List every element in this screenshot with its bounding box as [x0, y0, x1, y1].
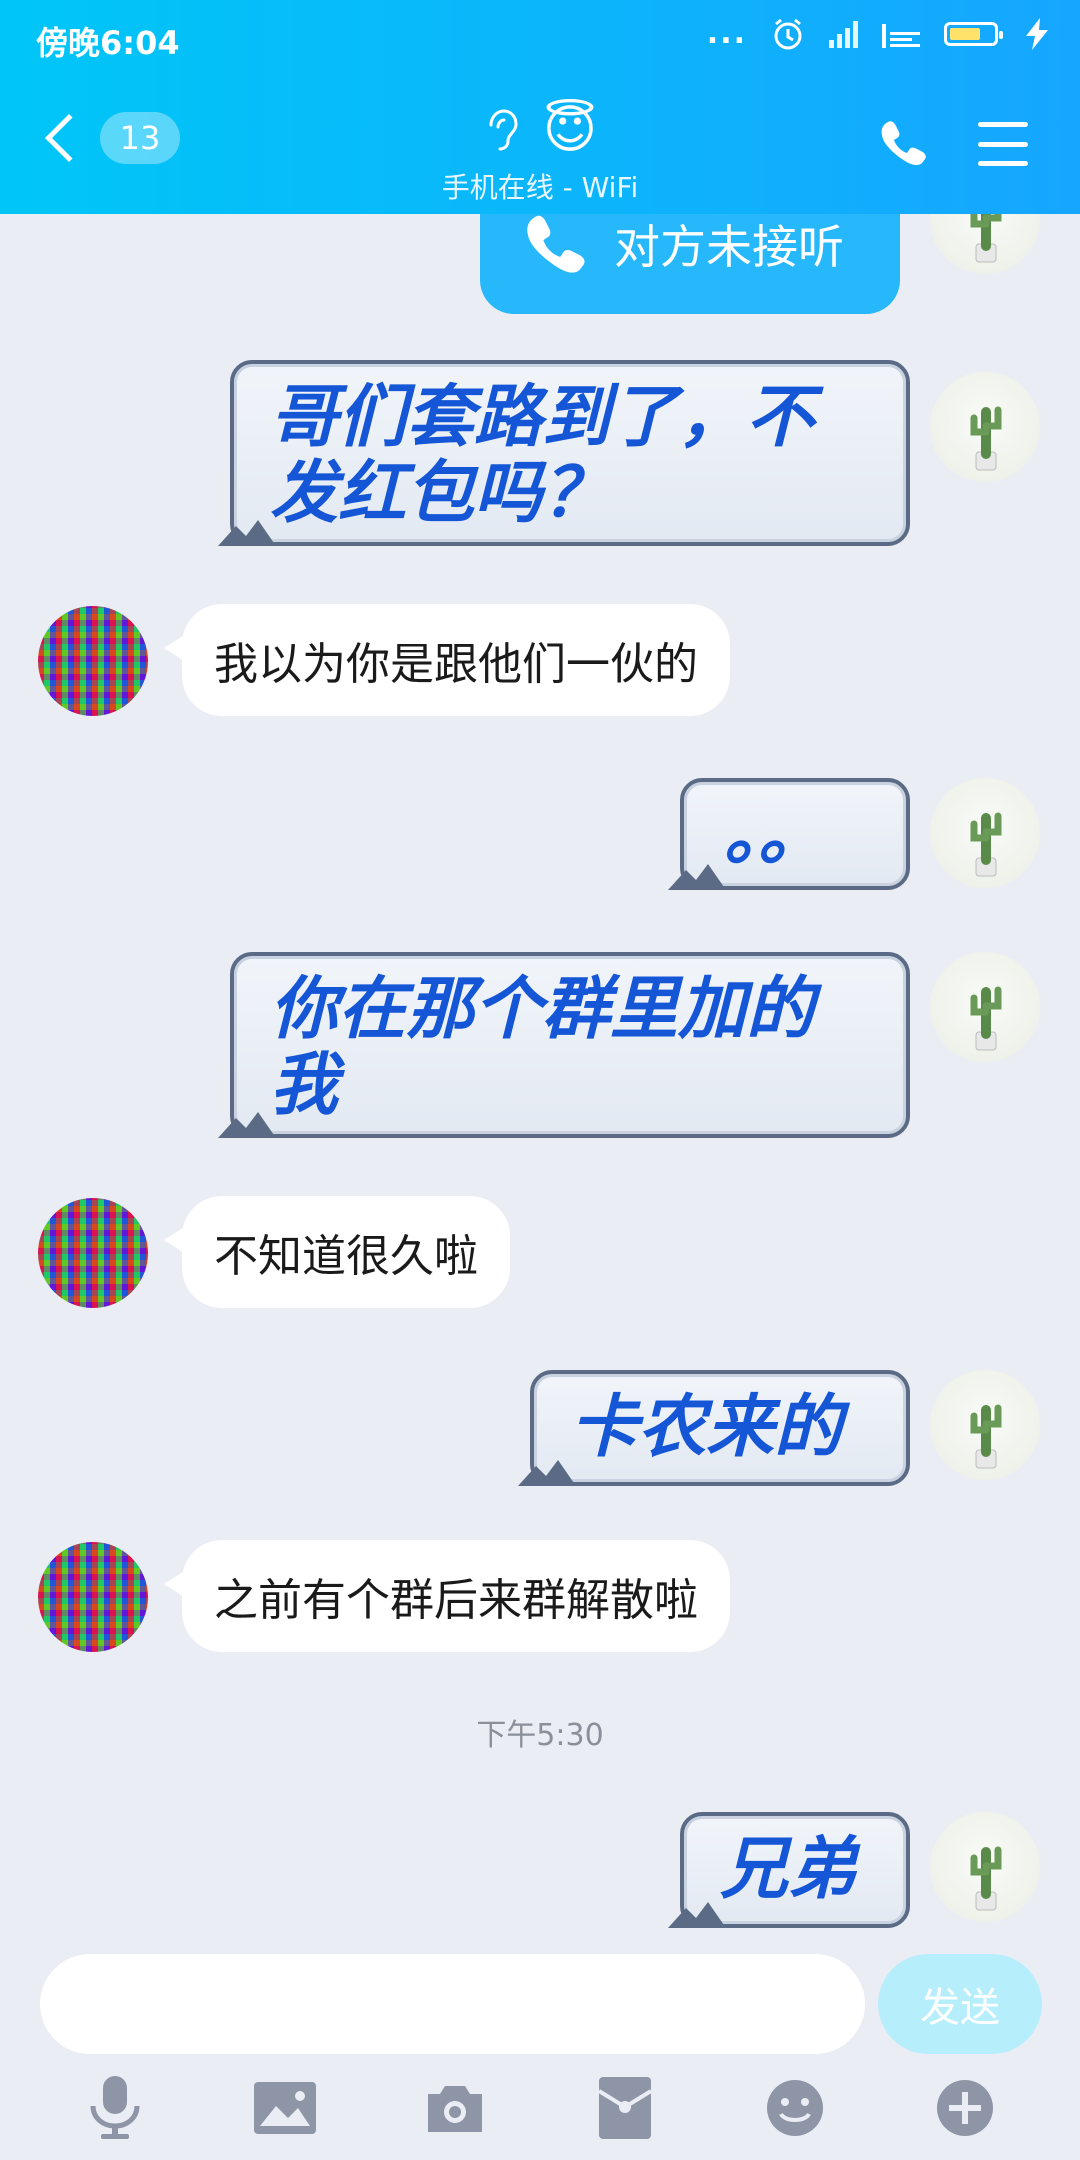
status-time: 傍晚6:04: [36, 24, 180, 62]
message-bubble[interactable]: 不知道很久啦: [164, 1196, 510, 1308]
menu-icon[interactable]: [978, 122, 1028, 166]
online-status: 手机在线 - WiFi: [441, 171, 639, 204]
send-button[interactable]: 发送: [878, 1954, 1042, 2054]
red-packet-icon: [599, 2077, 651, 2139]
cactus-icon: [970, 812, 1002, 877]
back-button[interactable]: 13: [40, 112, 180, 164]
message-bubble[interactable]: 卡农来的: [518, 1370, 910, 1486]
image-button[interactable]: [245, 2068, 325, 2148]
microphone-icon: [90, 2076, 140, 2139]
mountain-ornament-icon: [668, 864, 726, 890]
camera-icon: [428, 2086, 482, 2132]
red-packet-button[interactable]: [585, 2068, 665, 2148]
my-avatar[interactable]: [930, 1812, 1040, 1922]
call-status-text: 对方未接听: [614, 220, 844, 274]
phone-icon: [527, 215, 585, 273]
microphone-button[interactable]: [75, 2068, 155, 2148]
dots-indicator: ...: [706, 16, 747, 51]
status-emoji: 😇: [542, 100, 598, 160]
message-bubble[interactable]: 哥们套路到了，不发红包吗？: [218, 360, 910, 546]
my-avatar[interactable]: [930, 952, 1040, 1062]
my-avatar[interactable]: [930, 778, 1040, 888]
message-text: 哥们套路到了，不发红包吗？: [270, 378, 815, 533]
message-timestamp: 下午5:30: [476, 1718, 604, 1753]
message-list[interactable]: 对方未接听 哥们套路到了，不发红包吗？ 我以为你是跟他们一伙的 。。 你在那个群…: [0, 214, 1080, 1944]
ear-icon: [489, 109, 518, 151]
cactus-icon: [970, 214, 1002, 263]
input-bar: 发送: [0, 1944, 1080, 2160]
message-text: 你在那个群里加的我: [270, 970, 815, 1125]
camera-button[interactable]: [415, 2068, 495, 2148]
battery-icon: [944, 21, 1003, 46]
my-avatar[interactable]: [930, 214, 1040, 274]
my-avatar[interactable]: [930, 372, 1040, 482]
message-bubble[interactable]: 你在那个群里加的我: [218, 952, 910, 1138]
cactus-icon: [970, 406, 1002, 471]
message-bubble[interactable]: 我以为你是跟他们一伙的: [164, 604, 730, 716]
contact-avatar[interactable]: [38, 606, 148, 716]
plus-icon: [937, 2080, 993, 2136]
chat-title[interactable]: 😇 手机在线 - WiFi: [340, 100, 740, 206]
mountain-ornament-icon: [218, 520, 276, 546]
message-bubble[interactable]: 兄弟: [668, 1812, 910, 1928]
cactus-icon: [970, 986, 1002, 1051]
mountain-ornament-icon: [518, 1460, 576, 1486]
chevron-left-icon: [44, 113, 94, 163]
message-text: 不知道很久啦: [214, 1231, 478, 1282]
signal-icon: [829, 20, 858, 48]
message-text: 之前有个群后来群解散啦: [214, 1575, 698, 1626]
message-text: 卡农来的: [570, 1388, 843, 1467]
cactus-icon: [970, 1404, 1002, 1469]
status-icons: ...: [707, 16, 1052, 51]
toolbar: [0, 2068, 1080, 2148]
mountain-ornament-icon: [218, 1112, 276, 1138]
mountain-ornament-icon: [668, 1902, 726, 1928]
chat-header: 傍晚6:04 ... 13 😇 手机在线 - WiFi: [0, 0, 1080, 214]
message-bubble[interactable]: 之前有个群后来群解散啦: [164, 1540, 730, 1652]
contact-avatar[interactable]: [38, 1542, 148, 1652]
message-input[interactable]: [40, 1954, 865, 2054]
emoji-button[interactable]: [755, 2068, 835, 2148]
cactus-icon: [970, 1846, 1002, 1911]
missed-call-bubble[interactable]: 对方未接听: [480, 214, 900, 314]
alarm-icon: [774, 18, 802, 49]
message-text: 我以为你是跟他们一伙的: [214, 639, 698, 690]
image-icon: [254, 2082, 316, 2134]
my-avatar[interactable]: [930, 1370, 1040, 1480]
contact-avatar[interactable]: [38, 1198, 148, 1308]
charging-icon: [1026, 17, 1048, 50]
signal-icon-2: [882, 23, 920, 48]
more-button[interactable]: [925, 2068, 1005, 2148]
message-bubble[interactable]: 。。: [668, 778, 910, 890]
unread-badge: 13: [100, 112, 180, 164]
emoji-icon: [767, 2080, 823, 2136]
phone-icon[interactable]: [876, 116, 930, 170]
